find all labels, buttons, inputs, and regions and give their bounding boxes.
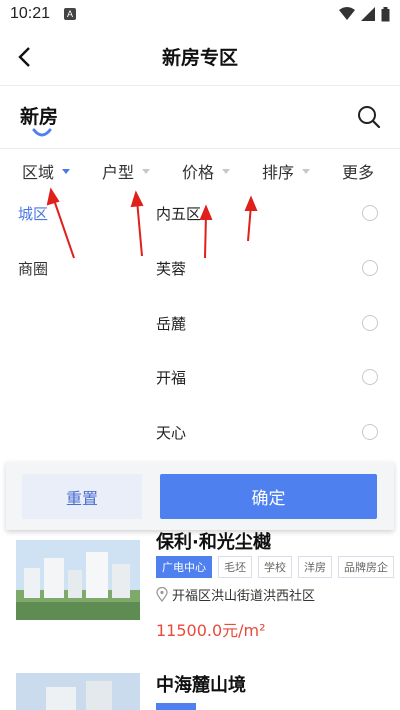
listing-thumbnail — [16, 540, 140, 620]
region-dropdown: 城区 商圈 内五区 芙蓉 岳麓 开福 天心 — [0, 188, 400, 458]
confirm-button[interactable]: 确定 — [160, 474, 377, 519]
filter-tab-label: 排序 — [262, 163, 295, 182]
listing-card[interactable]: 保利·和光尘樾 广电中心 毛坯 学校 洋房 品牌房企 开福区洪山街道洪西社区 1… — [0, 520, 400, 660]
region-option[interactable]: 芙蓉 — [156, 254, 386, 284]
status-icons — [339, 6, 390, 22]
tag — [156, 703, 196, 710]
section-header: 新房 — [0, 88, 400, 146]
filter-tab-label: 价格 — [182, 163, 215, 182]
radio-button[interactable] — [362, 369, 378, 385]
status-time: 10:21 — [10, 5, 51, 22]
filter-tab-more[interactable]: 更多 — [342, 159, 374, 183]
notification-icon: A — [64, 8, 77, 20]
status-bar: 10:21 A — [0, 0, 400, 28]
radio-button[interactable] — [362, 315, 378, 331]
title-underline-icon — [32, 128, 52, 137]
listing-thumbnail — [16, 673, 140, 710]
region-option-label: 开福 — [156, 369, 187, 387]
filter-action-panel: 重置 确定 — [6, 462, 394, 530]
filter-tab-label: 户型 — [102, 163, 135, 182]
region-option-label: 岳麓 — [156, 315, 187, 333]
radio-button[interactable] — [362, 205, 378, 221]
nav-header: 新房专区 — [0, 28, 400, 86]
region-category-business[interactable]: 商圈 — [18, 258, 48, 279]
chevron-left-icon — [18, 47, 30, 67]
tag: 学校 — [258, 556, 292, 578]
listing-price: 11500.0元/m² — [156, 621, 266, 640]
location-pin-icon — [156, 587, 168, 602]
signal-icon — [361, 7, 375, 21]
filter-tab-sort[interactable]: 排序 — [262, 159, 311, 183]
search-icon — [358, 106, 381, 129]
region-option-label: 芙蓉 — [156, 260, 187, 278]
listing-card[interactable]: 中海麓山境 — [0, 663, 400, 710]
dropdown-arrow-icon — [62, 168, 71, 174]
listing-address: 开福区洪山街道洪西社区 — [156, 585, 315, 604]
region-option[interactable]: 内五区 — [156, 199, 386, 229]
radio-button[interactable] — [362, 260, 378, 276]
region-category-city[interactable]: 城区 — [18, 203, 48, 224]
filter-tab-region[interactable]: 区域 — [22, 159, 71, 183]
tag: 毛坯 — [218, 556, 252, 578]
dropdown-arrow-icon — [302, 168, 311, 174]
region-option[interactable]: 天心 — [156, 418, 386, 448]
search-button[interactable] — [356, 104, 382, 130]
section-title: 新房 — [20, 106, 59, 128]
radio-button[interactable] — [362, 424, 378, 440]
filter-tab-label: 更多 — [342, 163, 375, 182]
listing-title: 保利·和光尘樾 — [156, 532, 271, 553]
region-option[interactable]: 开福 — [156, 363, 386, 393]
listing-title: 中海麓山境 — [156, 675, 246, 696]
filter-tab-label: 区域 — [22, 163, 55, 182]
region-option-label: 天心 — [156, 424, 187, 442]
building-image-icon — [16, 540, 140, 620]
tag: 洋房 — [298, 556, 332, 578]
tag: 广电中心 — [156, 556, 212, 578]
address-text: 开福区洪山街道洪西社区 — [172, 589, 316, 604]
filter-tab-price[interactable]: 价格 — [182, 159, 231, 183]
page-title: 新房专区 — [161, 47, 238, 69]
dropdown-arrow-icon — [142, 168, 151, 174]
listing-tags: 广电中心 毛坯 学校 洋房 品牌房企 — [156, 556, 394, 578]
region-option[interactable]: 岳麓 — [156, 309, 386, 339]
battery-icon — [381, 6, 390, 21]
region-option-label: 内五区 — [156, 205, 202, 223]
dropdown-arrow-icon — [222, 168, 231, 174]
building-image-icon — [16, 673, 140, 710]
back-button[interactable] — [10, 42, 40, 72]
wifi-icon — [339, 7, 355, 20]
filter-bar: 区域 户型 价格 排序 更多 — [0, 148, 400, 188]
filter-tab-layout[interactable]: 户型 — [102, 159, 151, 183]
tag: 品牌房企 — [338, 556, 394, 578]
reset-button[interactable]: 重置 — [22, 474, 142, 519]
